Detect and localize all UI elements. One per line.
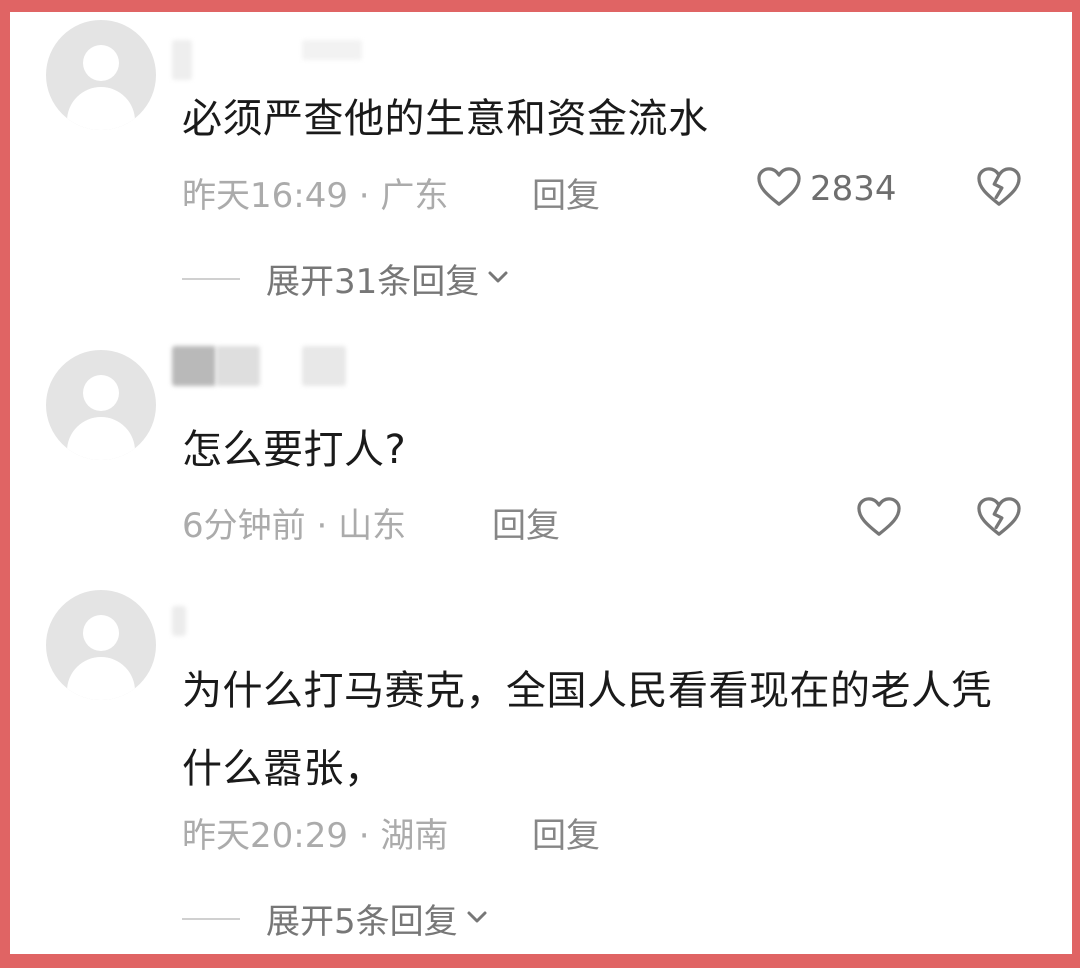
default-avatar-icon[interactable] xyxy=(46,350,156,460)
username-blurred[interactable] xyxy=(172,606,272,646)
default-avatar-icon[interactable] xyxy=(46,590,156,700)
dislike-button[interactable] xyxy=(976,166,1022,212)
broken-heart-icon xyxy=(976,497,1022,542)
like-button[interactable]: 2834 xyxy=(756,166,897,212)
reply-button[interactable]: 回复 xyxy=(492,498,560,547)
comment-location: 山东 xyxy=(338,506,407,546)
like-button[interactable] xyxy=(856,496,902,542)
comment-meta: 6分钟前 · 山东 xyxy=(182,498,406,547)
chevron-down-icon xyxy=(458,904,490,934)
comment-time: 昨天16:49 xyxy=(182,176,348,216)
broken-heart-icon xyxy=(976,167,1022,212)
meta-separator: · xyxy=(305,506,339,546)
comment-time: 6分钟前 xyxy=(182,506,306,546)
heart-outline-icon xyxy=(756,166,802,212)
heart-outline-icon xyxy=(856,496,902,542)
comment-text: 怎么要打人? xyxy=(182,427,407,473)
reply-button[interactable]: 回复 xyxy=(532,168,600,217)
expand-replies-label: 展开31条回复 xyxy=(266,262,480,302)
comment-location: 湖南 xyxy=(380,816,449,856)
username-blurred[interactable] xyxy=(172,40,402,80)
like-count: 2834 xyxy=(810,169,897,209)
default-avatar-icon[interactable] xyxy=(46,20,156,130)
expand-replies-button[interactable]: 展开31条回复 xyxy=(182,254,511,303)
comment-location: 广东 xyxy=(380,176,449,216)
divider-line xyxy=(182,277,240,280)
expand-replies-label: 展开5条回复 xyxy=(266,902,458,942)
comment-text: 为什么打马赛克，全国人民看看现在的老人凭什么嚣张， xyxy=(182,668,992,792)
chevron-down-icon xyxy=(479,264,511,294)
meta-separator: · xyxy=(347,176,381,216)
username-blurred[interactable] xyxy=(172,346,372,386)
comment-meta: 昨天20:29 · 湖南 xyxy=(182,808,448,857)
comment-meta: 昨天16:49 · 广东 xyxy=(182,168,448,217)
dislike-button[interactable] xyxy=(976,496,1022,542)
comment-time: 昨天20:29 xyxy=(182,816,348,856)
divider-line xyxy=(182,917,240,920)
comment-text: 必须严查他的生意和资金流水 xyxy=(182,96,709,142)
reply-button[interactable]: 回复 xyxy=(532,808,600,857)
expand-replies-button[interactable]: 展开5条回复 xyxy=(182,894,490,943)
meta-separator: · xyxy=(347,816,381,856)
